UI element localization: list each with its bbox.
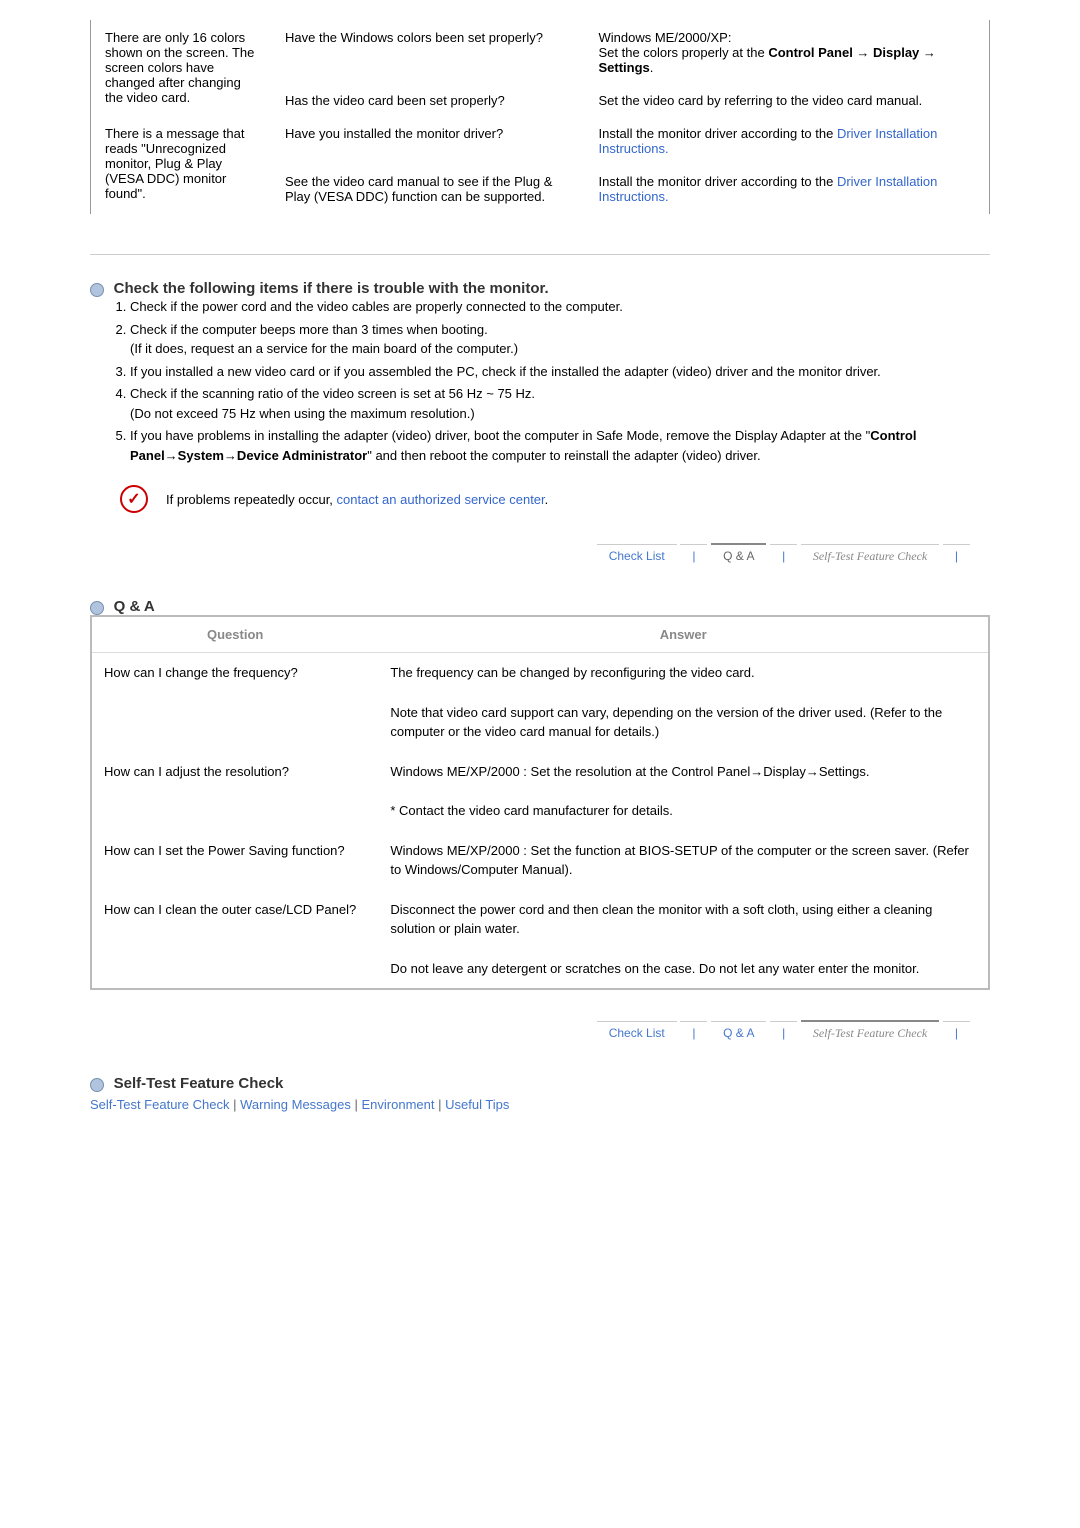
- subnav-self-test[interactable]: Self-Test Feature Check: [90, 1097, 229, 1112]
- tab-self-test[interactable]: Self-Test Feature Check: [801, 1020, 939, 1045]
- tab-check-list[interactable]: Check List: [597, 544, 677, 567]
- subnav-tips[interactable]: Useful Tips: [445, 1097, 509, 1112]
- qa-question: How can I set the Power Saving function?: [91, 831, 378, 890]
- list-item: Check if the power cord and the video ca…: [130, 297, 990, 317]
- qa-question: How can I adjust the resolution?: [91, 752, 378, 831]
- qa-answer: Do not leave any detergent or scratches …: [378, 949, 989, 990]
- qa-question-header: Question: [91, 616, 378, 653]
- bullet-icon: [90, 283, 104, 297]
- solution-cell: Install the monitor driver according to …: [587, 166, 988, 212]
- check-items-list: Check if the power cord and the video ca…: [130, 297, 990, 465]
- self-test-subnav: Self-Test Feature Check | Warning Messag…: [90, 1097, 990, 1112]
- solution-cell: Windows ME/2000/XP: Set the colors prope…: [587, 22, 988, 83]
- list-item: If you installed a new video card or if …: [130, 362, 990, 382]
- list-item: Check if the scanning ratio of the video…: [130, 384, 990, 423]
- bullet-icon: [90, 1078, 104, 1092]
- divider: [90, 254, 990, 255]
- solution-cell: Set the video card by referring to the v…: [587, 85, 988, 116]
- checklist-cell: Has the video card been set properly?: [273, 85, 585, 116]
- check-items-heading: Check the following items if there is tr…: [114, 280, 549, 297]
- qa-table: Question Answer How can I change the fre…: [90, 615, 990, 990]
- service-center-link[interactable]: contact an authorized service center: [337, 492, 545, 507]
- subnav-environment[interactable]: Environment: [362, 1097, 435, 1112]
- bullet-icon: [90, 601, 104, 615]
- qa-answer-header: Answer: [378, 616, 989, 653]
- qa-answer: Disconnect the power cord and then clean…: [378, 890, 989, 949]
- note-text: If problems repeatedly occur,: [166, 492, 337, 507]
- subnav-warning[interactable]: Warning Messages: [240, 1097, 351, 1112]
- qa-question: How can I clean the outer case/LCD Panel…: [91, 890, 378, 990]
- qa-answer: Windows ME/XP/2000 : Set the function at…: [378, 831, 989, 890]
- list-item: Check if the computer beeps more than 3 …: [130, 320, 990, 359]
- qa-question: How can I change the frequency?: [91, 653, 378, 752]
- solution-cell: Install the monitor driver according to …: [587, 118, 988, 164]
- tab-self-test[interactable]: Self-Test Feature Check: [801, 544, 939, 568]
- symptom-cell: There are only 16 colors shown on the sc…: [93, 22, 271, 116]
- symptom-cell: There is a message that reads "Unrecogni…: [93, 118, 271, 212]
- checkmark-icon: ✓: [120, 485, 148, 513]
- qa-answer: Note that video card support can vary, d…: [378, 693, 989, 752]
- qa-answer: * Contact the video card manufacturer fo…: [378, 791, 989, 831]
- checklist-cell: Have you installed the monitor driver?: [273, 118, 585, 164]
- tab-qa[interactable]: Q & A: [711, 543, 766, 567]
- qa-answer: Windows ME/XP/2000 : Set the resolution …: [378, 752, 989, 792]
- qa-answer: The frequency can be changed by reconfig…: [378, 653, 989, 693]
- troubleshooting-table: There are only 16 colors shown on the sc…: [90, 20, 990, 214]
- qa-heading: Q & A: [114, 598, 155, 615]
- tab-check-list[interactable]: Check List: [597, 1021, 677, 1044]
- list-item: If you have problems in installing the a…: [130, 426, 990, 465]
- self-test-heading: Self-Test Feature Check: [114, 1075, 284, 1092]
- tab-qa[interactable]: Q & A: [711, 1021, 766, 1044]
- nav-tabs: Check List | Q & A | Self-Test Feature C…: [90, 1020, 990, 1045]
- checklist-cell: Have the Windows colors been set properl…: [273, 22, 585, 83]
- nav-tabs: Check List | Q & A | Self-Test Feature C…: [90, 543, 990, 568]
- checklist-cell: See the video card manual to see if the …: [273, 166, 585, 212]
- note-row: ✓ If problems repeatedly occur, contact …: [120, 485, 990, 513]
